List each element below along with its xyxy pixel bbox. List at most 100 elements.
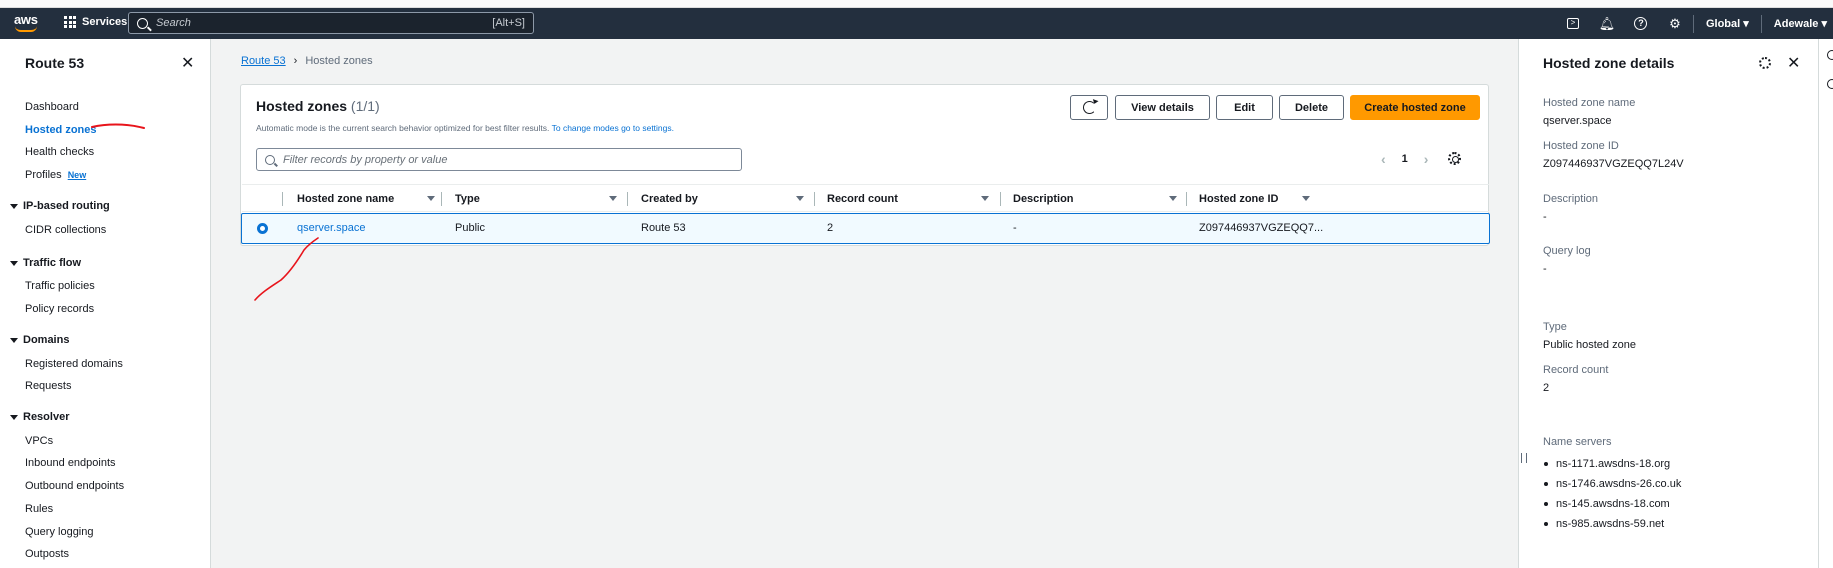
column-divider	[441, 192, 442, 206]
delete-button[interactable]: Delete	[1279, 95, 1344, 120]
caret-down-icon	[10, 260, 18, 266]
create-hosted-zone-button[interactable]: Create hosted zone	[1350, 95, 1480, 120]
detail-value-type: Public hosted zone	[1543, 339, 1636, 351]
table-preferences-gear-icon[interactable]	[1448, 152, 1461, 165]
column-header-name[interactable]: Hosted zone name	[297, 185, 437, 212]
table-row[interactable]: qserver.space Public Route 53 2 - Z09744…	[241, 213, 1490, 244]
column-label: Created by	[641, 192, 698, 205]
services-menu-button[interactable]: Services	[64, 16, 127, 28]
sidebar-item-health-checks[interactable]: Health checks	[25, 146, 94, 158]
column-header-zone-id[interactable]: Hosted zone ID	[1199, 185, 1489, 212]
close-icon: ✕	[1787, 55, 1801, 72]
list-item: ns-1746.awsdns-26.co.uk	[1543, 474, 1681, 494]
services-label: Services	[82, 16, 128, 28]
settings-button[interactable]: ⚙	[1663, 8, 1687, 39]
global-search-box[interactable]: [Alt+S]	[128, 12, 534, 34]
view-details-button[interactable]: View details	[1115, 95, 1210, 120]
bell-icon: 🔔︎	[1598, 15, 1616, 31]
details-settings-gear-icon[interactable]	[1759, 57, 1771, 69]
caret-down-icon	[10, 337, 18, 343]
cloudshell-button[interactable]: >	[1561, 8, 1585, 39]
region-selector[interactable]: Global ▾	[1700, 17, 1755, 30]
column-label: Hosted zone name	[297, 192, 395, 205]
navbar-divider	[1692, 14, 1694, 33]
close-details-button[interactable]: ✕	[1787, 53, 1800, 73]
new-badge: New	[67, 170, 87, 180]
arrow-annotation	[254, 237, 319, 301]
sidebar-item-policy-records[interactable]: Policy records	[25, 303, 94, 315]
column-header-description[interactable]: Description	[1013, 185, 1183, 212]
column-divider	[1186, 192, 1187, 206]
column-label: Description	[1013, 192, 1074, 205]
sidebar-title: Route 53	[25, 55, 85, 71]
gear-icon: ⚙	[1669, 15, 1681, 31]
created-by-cell: Route 53	[641, 222, 686, 234]
next-page-button[interactable]: ›	[1424, 151, 1429, 167]
detail-label-description: Description	[1543, 193, 1599, 205]
section-label: IP-based routing	[23, 200, 110, 212]
sidebar-item-inbound-endpoints[interactable]: Inbound endpoints	[25, 457, 116, 469]
sidebar-item-dashboard[interactable]: Dashboard	[25, 101, 79, 113]
sidebar-item-outbound-endpoints[interactable]: Outbound endpoints	[25, 480, 124, 492]
sidebar-section-domains[interactable]: Domains	[10, 334, 69, 346]
refresh-button[interactable]	[1070, 95, 1108, 120]
info-icon[interactable]	[1827, 50, 1833, 60]
sidebar-item-outposts[interactable]: Outposts	[25, 548, 69, 560]
sidebar-item-cidr-collections[interactable]: CIDR collections	[25, 224, 106, 236]
sidebar-item-rules[interactable]: Rules	[25, 503, 53, 515]
column-label: Hosted zone ID	[1199, 192, 1279, 205]
detail-label-record-count: Record count	[1543, 364, 1609, 376]
previous-page-button[interactable]: ‹	[1381, 151, 1386, 167]
filter-box[interactable]	[256, 148, 742, 171]
sidebar-section-resolver[interactable]: Resolver	[10, 411, 69, 423]
breadcrumb-route53-link[interactable]: Route 53	[241, 55, 286, 67]
details-title: Hosted zone details	[1543, 55, 1675, 71]
detail-value-name: qserver.space	[1543, 115, 1612, 127]
column-header-created-by[interactable]: Created by	[641, 185, 811, 212]
column-divider	[814, 192, 815, 206]
aws-logo[interactable]: aws	[14, 12, 40, 34]
change-modes-link[interactable]: To change modes go to settings.	[552, 123, 674, 133]
list-item: ns-985.awsdns-59.net	[1543, 514, 1681, 534]
navbar-right-group: > 🔔︎ ? ⚙ Global ▾ Adewale ▾	[1551, 8, 1833, 39]
sidebar-item-requests[interactable]: Requests	[25, 380, 71, 392]
side-navigation: Route 53 ✕ Dashboard Hosted zones Health…	[0, 39, 211, 568]
edit-button[interactable]: Edit	[1216, 95, 1273, 120]
sidebar-item-query-logging[interactable]: Query logging	[25, 526, 94, 538]
caret-down-icon	[10, 203, 18, 209]
current-page-number[interactable]: 1	[1402, 153, 1408, 165]
help-icon: ?	[1634, 17, 1648, 30]
row-select-radio[interactable]	[257, 223, 268, 234]
panel-title-text: Hosted zones	[256, 98, 348, 114]
chevron-right-icon: ›	[293, 55, 298, 67]
filter-input[interactable]	[283, 153, 733, 166]
zone-count: (1/1)	[350, 98, 380, 114]
column-divider	[627, 192, 628, 206]
search-shortcut-hint: [Alt+S]	[492, 17, 525, 29]
search-mode-description: Automatic mode is the current search beh…	[256, 123, 674, 133]
notifications-button[interactable]: 🔔︎	[1595, 8, 1619, 39]
detail-label-query-log: Query log	[1543, 245, 1591, 257]
sidebar-section-traffic-flow[interactable]: Traffic flow	[10, 257, 81, 269]
sidebar-item-traffic-policies[interactable]: Traffic policies	[25, 280, 95, 292]
sidebar-item-profiles[interactable]: Profiles New	[25, 169, 86, 181]
table-header: Hosted zone name Type Created by Record …	[242, 184, 1489, 212]
column-header-type[interactable]: Type	[455, 185, 625, 212]
column-header-record-count[interactable]: Record count	[827, 185, 997, 212]
account-menu[interactable]: Adewale ▾	[1768, 17, 1833, 30]
section-label: Traffic flow	[23, 257, 82, 269]
panel-resize-handle[interactable]	[1521, 453, 1527, 463]
global-search-input[interactable]	[156, 17, 493, 29]
name-servers-list: ns-1171.awsdns-18.org ns-1746.awsdns-26.…	[1543, 454, 1681, 534]
help-panel-icon[interactable]	[1827, 79, 1833, 89]
sidebar-item-vpcs[interactable]: VPCs	[25, 435, 53, 447]
close-sidebar-button[interactable]: ✕	[181, 53, 194, 73]
sidebar-item-registered-domains[interactable]: Registered domains	[25, 358, 123, 370]
sidebar-item-hosted-zones[interactable]: Hosted zones	[25, 124, 97, 136]
pagination: ‹ 1 ›	[1381, 151, 1428, 167]
sort-icon	[1169, 196, 1177, 201]
sidebar-section-ip-routing[interactable]: IP-based routing	[10, 200, 110, 212]
zone-name-link[interactable]: qserver.space	[297, 214, 365, 242]
detail-label-type: Type	[1543, 321, 1567, 333]
help-button[interactable]: ?	[1629, 8, 1653, 39]
